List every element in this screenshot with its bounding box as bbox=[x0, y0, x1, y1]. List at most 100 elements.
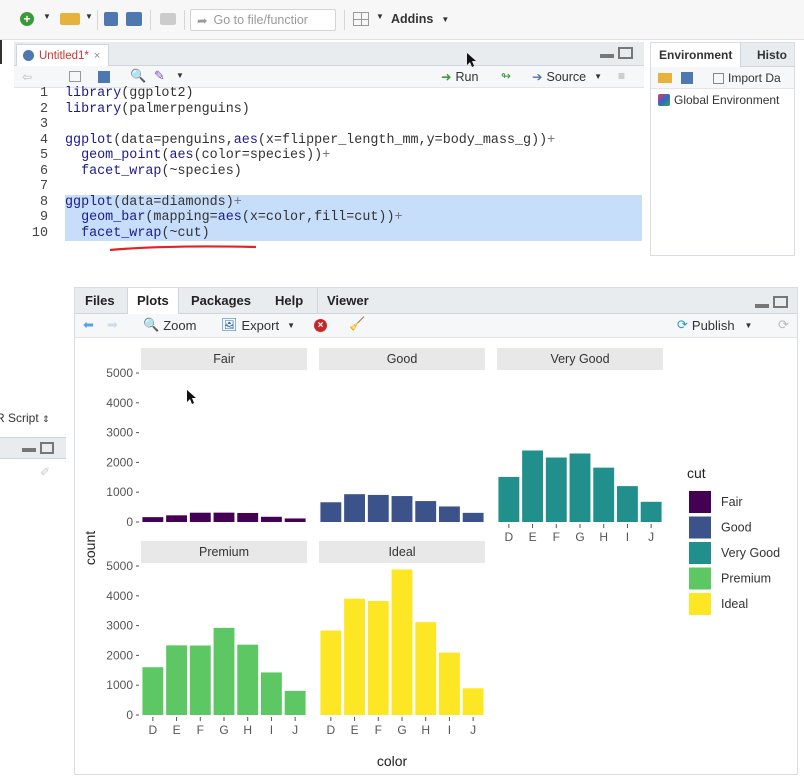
code-line[interactable]: 4 ggplot(data=penguins,aes(x=flipper_leng… bbox=[14, 133, 642, 149]
legend-label: Ideal bbox=[721, 597, 748, 611]
facet-strip-label: Very Good bbox=[550, 352, 609, 366]
y-axis-title: count bbox=[82, 531, 98, 565]
forward-arrow-icon[interactable]: ➡ bbox=[107, 317, 118, 333]
tab-history[interactable]: Histo bbox=[749, 43, 795, 67]
save-icon[interactable] bbox=[98, 71, 110, 83]
maximize-icon[interactable] bbox=[40, 442, 54, 454]
rerun-icon[interactable]: ↬ bbox=[501, 69, 511, 83]
x-tick-label: I bbox=[626, 530, 629, 544]
save-icon[interactable] bbox=[681, 72, 693, 84]
code-line[interactable]: 10 facet_wrap(~cut) bbox=[32, 225, 642, 241]
x-tick-label: G bbox=[397, 723, 406, 737]
environment-pane: Environment Histo Import Da Global Envir… bbox=[650, 42, 795, 256]
r-script-selector[interactable]: R Script ⇕ bbox=[0, 411, 50, 425]
code-line[interactable]: 8 ggplot(data=diamonds)+ bbox=[40, 194, 642, 210]
grid-layout-icon[interactable] bbox=[353, 12, 369, 26]
x-tick-label: H bbox=[243, 723, 252, 737]
tab-viewer[interactable]: Viewer bbox=[317, 288, 378, 314]
bar bbox=[189, 645, 211, 715]
source-arrow-icon: ➔ bbox=[532, 70, 543, 84]
goto-file-input[interactable]: ➦ Go to file/functior bbox=[190, 9, 336, 31]
code-line[interactable]: 5 geom_point(aes(color=species))+ bbox=[14, 148, 642, 164]
bar bbox=[593, 467, 615, 522]
save-icon[interactable] bbox=[104, 12, 118, 26]
sort-arrows-icon: ⇕ bbox=[42, 414, 50, 424]
back-arrow-icon[interactable]: ⬅ bbox=[83, 317, 94, 333]
addins-menu[interactable]: Addins ▼ bbox=[391, 12, 449, 26]
y-tick-label: 4000 bbox=[106, 589, 133, 603]
environment-toolbar: Import Da bbox=[651, 67, 794, 89]
bar bbox=[320, 502, 342, 522]
zoom-button[interactable]: 🔍 Zoom bbox=[143, 317, 196, 333]
x-tick-label: F bbox=[197, 723, 204, 737]
clear-all-broom-icon[interactable]: 🧹 bbox=[349, 316, 365, 332]
minimize-icon[interactable] bbox=[22, 448, 36, 452]
search-icon[interactable]: 🔍 bbox=[130, 68, 146, 84]
publish-button[interactable]: ⟳ Publish ▼ bbox=[677, 317, 752, 333]
tab-help[interactable]: Help bbox=[266, 288, 312, 314]
minimize-icon[interactable] bbox=[755, 304, 769, 308]
source-button[interactable]: ➔ Source ▼ bbox=[532, 69, 602, 85]
print-icon[interactable] bbox=[160, 13, 176, 25]
dropdown-arrow-icon[interactable]: ▼ bbox=[376, 12, 384, 21]
bar bbox=[166, 515, 188, 522]
close-icon[interactable]: × bbox=[94, 50, 100, 62]
open-folder-icon[interactable] bbox=[658, 73, 672, 83]
bar bbox=[367, 494, 389, 522]
code-editor[interactable]: 1 library(ggplot2) 2 library(palmerpenguins… bbox=[14, 86, 644, 246]
tab-plots[interactable]: Plots bbox=[127, 288, 179, 315]
faceted-bar-chart: Fair 0 1000 2000 3000 4000 5000 Good Very Good D E… bbox=[82, 348, 780, 769]
code-line[interactable]: 9 geom_bar(mapping=aes(x=color,fill=cut)… bbox=[40, 210, 642, 226]
back-arrow-icon[interactable]: ⇦ bbox=[22, 70, 32, 84]
y-tick-label: 0 bbox=[126, 708, 133, 722]
export-label: Export bbox=[241, 317, 280, 333]
code-text: facet_wrap(~cut) bbox=[81, 225, 210, 241]
x-tick-label: H bbox=[421, 723, 430, 737]
tab-files[interactable]: Files bbox=[76, 288, 124, 314]
code-tools-wand-icon[interactable]: ✎ bbox=[154, 68, 165, 84]
code-line[interactable]: 3 bbox=[14, 117, 642, 133]
refresh-icon[interactable]: ⟳ bbox=[778, 317, 789, 333]
tab-packages[interactable]: Packages bbox=[182, 288, 260, 314]
code-line[interactable]: 2 library(palmerpenguins) bbox=[14, 102, 642, 118]
code-line[interactable]: 6 facet_wrap(~species) bbox=[14, 164, 642, 180]
tab-untitled1[interactable]: Untitled1* × bbox=[16, 44, 110, 66]
x-tick-label: J bbox=[292, 723, 298, 737]
bar bbox=[213, 512, 235, 522]
bar bbox=[260, 516, 282, 522]
legend-swatch bbox=[689, 542, 711, 564]
dropdown-arrow-icon[interactable]: ▼ bbox=[85, 12, 93, 21]
fragment-header bbox=[0, 437, 66, 459]
minimize-icon[interactable] bbox=[600, 54, 614, 58]
facet-strip-label: Fair bbox=[213, 352, 235, 366]
bar bbox=[391, 496, 413, 522]
x-tick-label: E bbox=[351, 723, 359, 737]
remove-plot-icon[interactable]: × bbox=[314, 319, 327, 332]
open-folder-icon[interactable] bbox=[60, 13, 80, 25]
export-button[interactable]: 🖼 Export ▼ bbox=[221, 317, 295, 333]
legend-label: Good bbox=[721, 521, 752, 535]
plots-pane: Files Plots Packages Help Viewer ⬅ ➡ 🔍 Z… bbox=[74, 287, 798, 775]
maximize-icon[interactable] bbox=[773, 296, 788, 308]
goto-file-text: Go to file/functior bbox=[213, 13, 308, 27]
code-line[interactable]: 1 library(ggplot2) bbox=[14, 86, 642, 102]
global-environment-selector[interactable]: Global Environment bbox=[658, 93, 779, 107]
tab-environment[interactable]: Environment bbox=[651, 43, 742, 67]
save-all-icon[interactable] bbox=[126, 12, 142, 26]
bar bbox=[640, 501, 662, 522]
run-button[interactable]: ➜ Run bbox=[441, 69, 478, 85]
chevron-down-icon[interactable]: ▼ bbox=[176, 71, 184, 80]
legend-swatch bbox=[689, 491, 711, 513]
line-number: 6 bbox=[39, 163, 48, 179]
r-environment-icon bbox=[658, 94, 670, 106]
broom-icon[interactable]: ✐ bbox=[40, 465, 50, 479]
maximize-icon[interactable] bbox=[618, 47, 633, 59]
show-in-window-icon[interactable] bbox=[69, 71, 81, 82]
document-outline-icon[interactable]: ≡ bbox=[618, 69, 625, 83]
import-dataset-button[interactable]: Import Da bbox=[713, 71, 781, 85]
dropdown-arrow-icon[interactable]: ▼ bbox=[43, 12, 51, 21]
code-line[interactable]: 7 bbox=[14, 179, 642, 195]
x-tick-label: I bbox=[270, 723, 273, 737]
line-number: 3 bbox=[39, 117, 48, 132]
new-file-icon[interactable]: + bbox=[20, 12, 34, 26]
